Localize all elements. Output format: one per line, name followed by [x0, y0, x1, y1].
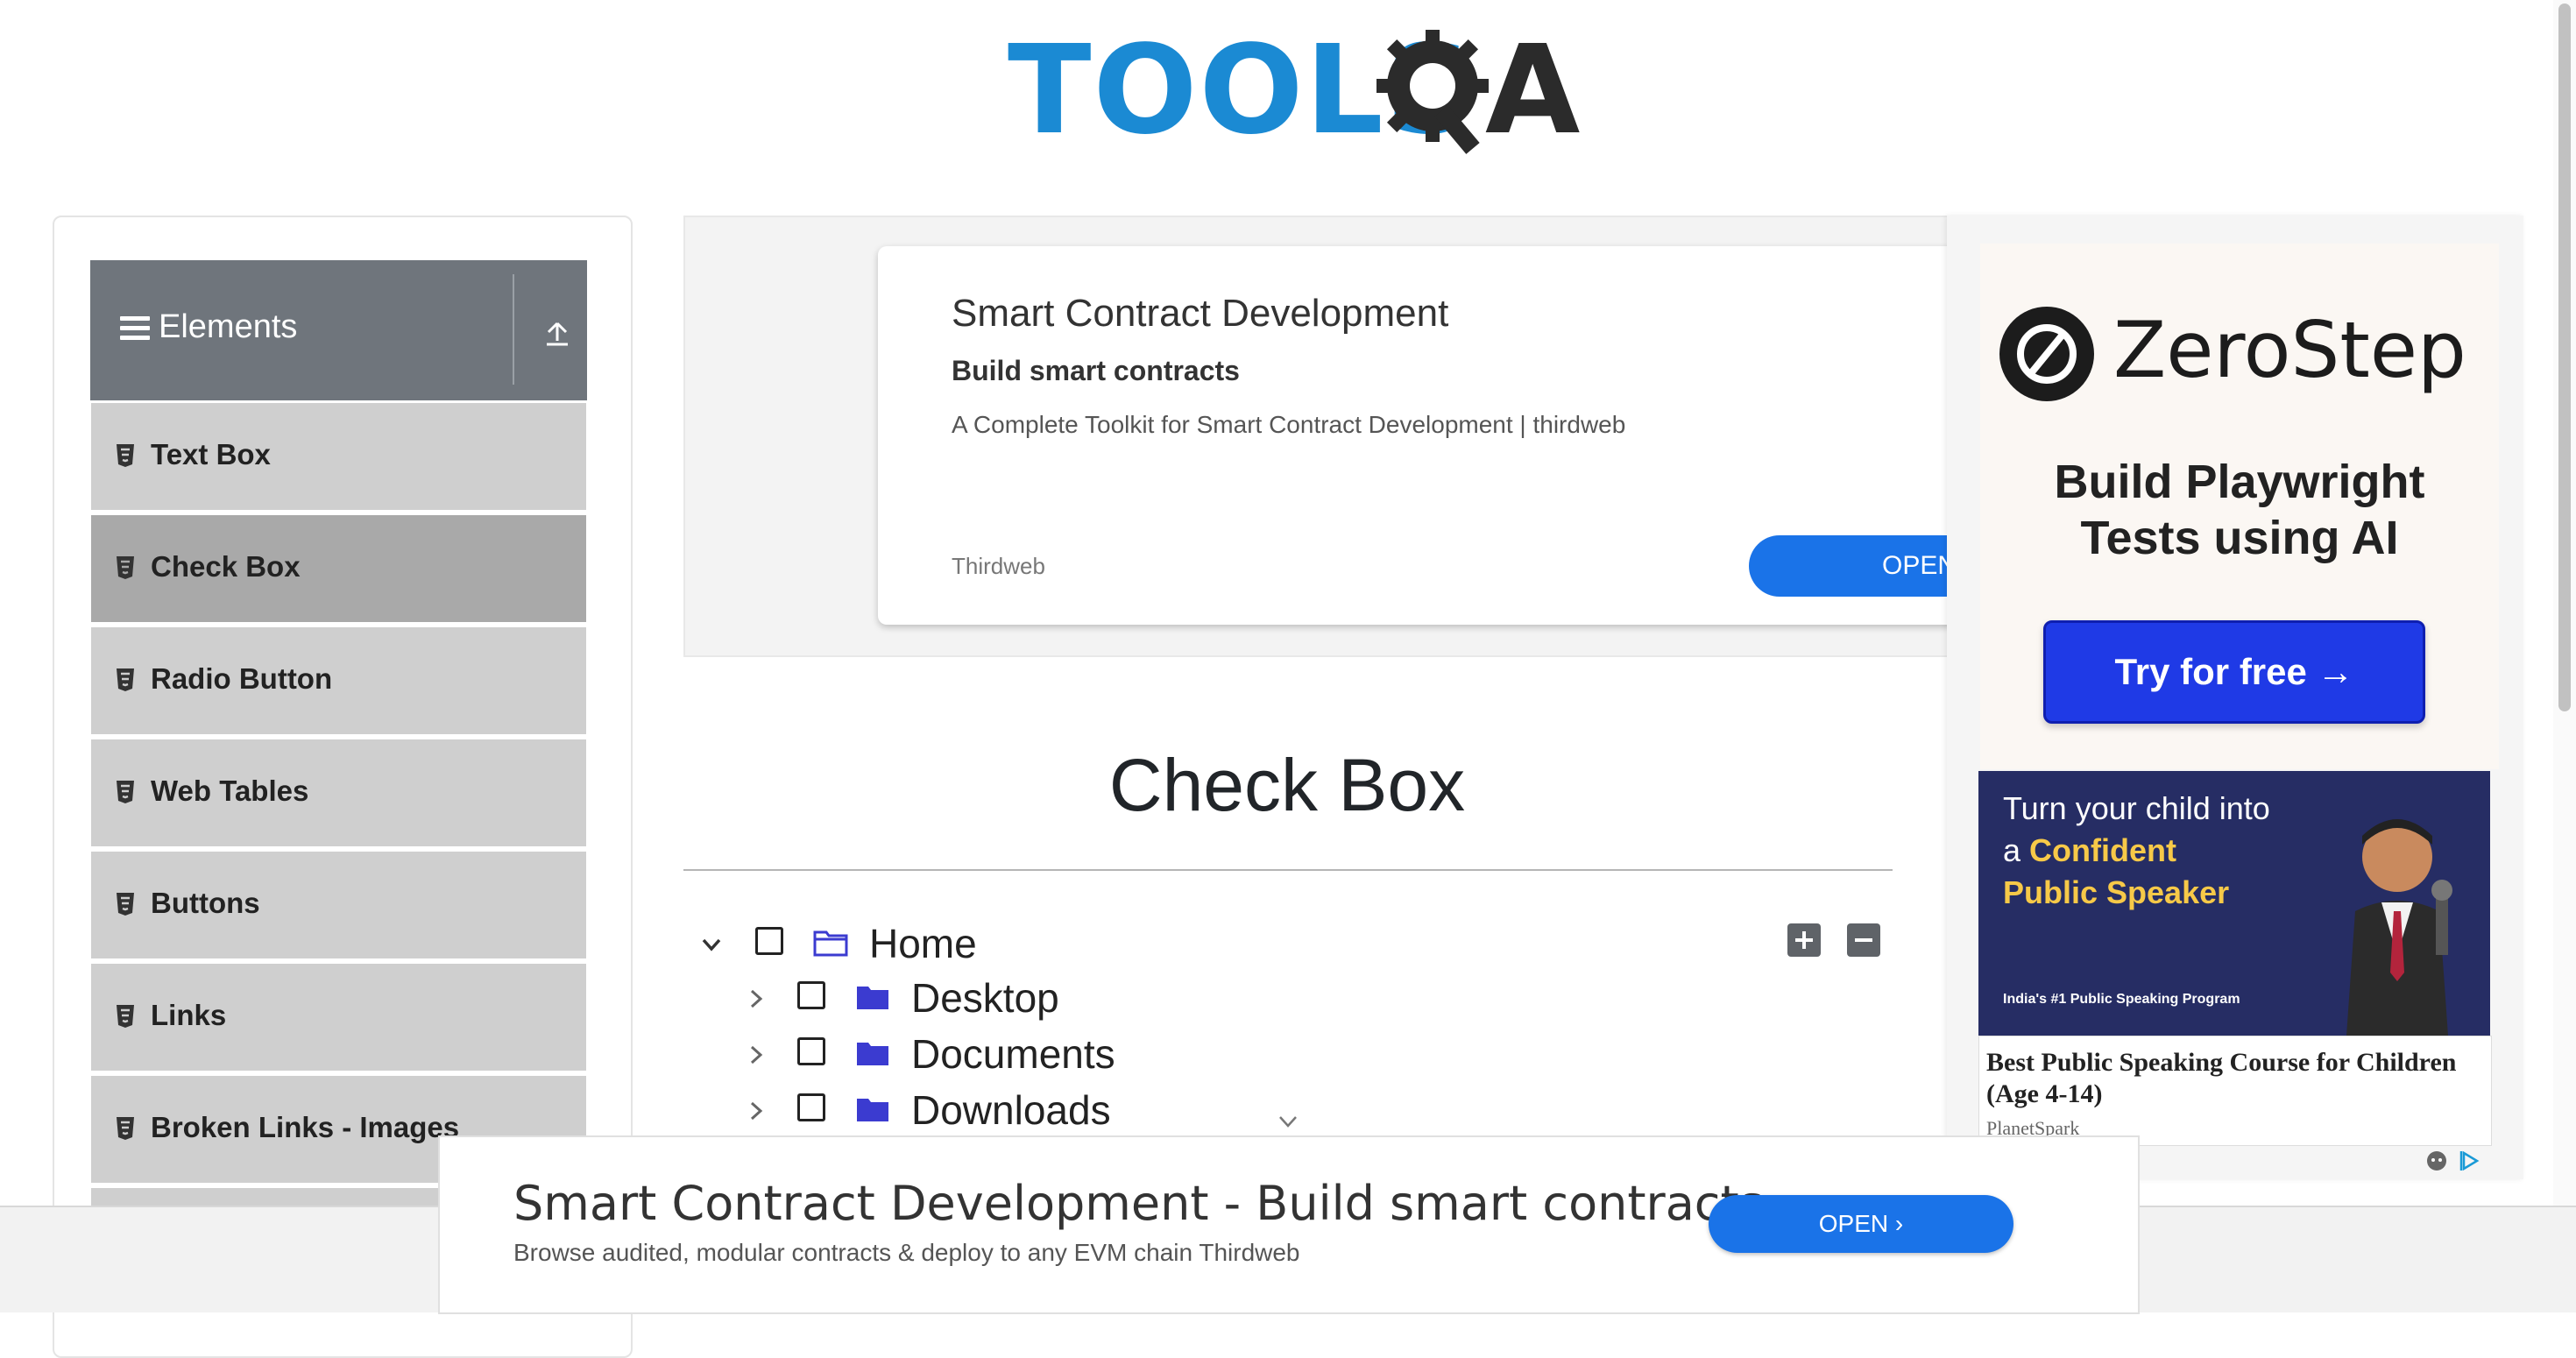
ad-card[interactable]: Smart Contract Development Build smart c…	[878, 246, 2012, 625]
gear-magnifier-icon	[1376, 30, 1489, 154]
ad-open-button[interactable]: OPEN ›	[1709, 1195, 2013, 1253]
sidebar-item-label: Broken Links - Images	[151, 1111, 460, 1143]
html5-icon	[117, 444, 134, 467]
chevron-right-icon[interactable]	[743, 1043, 768, 1067]
sidebar-item-label: Check Box	[151, 550, 301, 583]
divider	[513, 274, 514, 385]
toolsqa-logo[interactable]: TOOLS A	[1008, 19, 1581, 165]
html5-icon	[117, 781, 134, 803]
tree-node-label[interactable]: Downloads	[911, 1086, 1111, 1134]
html5-icon	[117, 668, 134, 691]
html5-icon	[117, 893, 134, 916]
tree-node-label[interactable]: Documents	[911, 1030, 1115, 1078]
collapse-up-icon[interactable]	[542, 318, 572, 348]
chevron-down-icon[interactable]	[699, 932, 724, 957]
sidebar-item-text-box[interactable]: Text Box	[91, 403, 586, 513]
sidebar-item-label: Web Tables	[151, 774, 309, 807]
scrollbar-thumb[interactable]	[2558, 4, 2571, 711]
logo-text-a: A	[1485, 19, 1581, 162]
ad-description: A Complete Toolkit for Smart Contract De…	[952, 411, 1626, 438]
sidebar-item-links[interactable]: Links	[91, 964, 586, 1073]
tree-node-home[interactable]: Home	[699, 920, 1225, 973]
chevron-right-icon[interactable]	[743, 987, 768, 1011]
sidebar-group-title: Elements	[159, 308, 298, 345]
ad-subtitle: Build smart contracts	[952, 355, 1240, 386]
chevron-down-icon[interactable]	[1276, 1109, 1300, 1134]
sidebar-item-buttons[interactable]: Buttons	[91, 852, 586, 961]
tree-node-label[interactable]: Home	[869, 920, 977, 967]
chevron-right-icon[interactable]	[743, 1099, 768, 1123]
sidebar-item-label: Radio Button	[151, 662, 333, 695]
expand-all-button[interactable]	[1787, 923, 1821, 957]
sidebar-item-label: Links	[151, 999, 227, 1031]
checkbox[interactable]	[797, 1037, 825, 1065]
page-title: Check Box	[1108, 744, 1466, 826]
folder-icon	[857, 1043, 888, 1065]
zerostep-logo-icon	[1999, 307, 2094, 401]
adchoices-icon[interactable]	[2459, 1149, 2481, 1172]
folder-icon	[857, 1099, 888, 1121]
zerostep-headline: Build Playwright Tests using AI	[2054, 456, 2425, 564]
zerostep-ad[interactable]: ZeroStep Build Playwright Tests using AI…	[1980, 244, 2499, 769]
tree-node-label[interactable]: Desktop	[911, 974, 1059, 1022]
sidebar-item-label: Buttons	[151, 887, 260, 919]
ad-title: Best Public Speaking Course for Children…	[1986, 1048, 2457, 1108]
ad-title: Smart Contract Development	[952, 292, 1449, 335]
try-for-free-button[interactable]: Try for free →	[2043, 620, 2425, 724]
tree-node-desktop[interactable]: Desktop	[743, 974, 1269, 1027]
planetspark-banner[interactable]: Turn your child into a Confident Public …	[1978, 771, 2490, 1036]
sidebar-item-web-tables[interactable]: Web Tables	[91, 739, 586, 849]
sidebar-item-radio-button[interactable]: Radio Button	[91, 627, 586, 737]
html5-icon	[117, 556, 134, 579]
checkbox[interactable]	[755, 927, 783, 955]
divider	[683, 869, 1893, 871]
ad-brand: Thirdweb	[952, 553, 1045, 579]
html5-icon	[117, 1117, 134, 1140]
sidebar-item-check-box[interactable]: Check Box	[91, 515, 586, 625]
planetspark-card[interactable]: Best Public Speaking Course for Children…	[1978, 1036, 2492, 1146]
tree-node-documents[interactable]: Documents	[743, 1030, 1269, 1083]
checkbox[interactable]	[797, 981, 825, 1009]
sidebar-item-label: Text Box	[151, 438, 271, 470]
html5-icon	[117, 1005, 134, 1028]
sidebar-group-elements[interactable]: Elements	[90, 260, 587, 400]
ad-title: Smart Contract Development - Build smart…	[513, 1176, 1764, 1231]
checkbox[interactable]	[797, 1093, 825, 1121]
bottom-ad[interactable]: Smart Contract Development - Build smart…	[438, 1135, 2140, 1314]
menu-icon	[120, 316, 150, 341]
child-speaker-image	[2346, 819, 2452, 1036]
folder-open-icon	[813, 930, 848, 957]
collapse-all-button[interactable]	[1847, 923, 1880, 957]
ad-description: Browse audited, modular contracts & depl…	[513, 1239, 1300, 1266]
folder-icon	[857, 987, 888, 1009]
zerostep-brand: ZeroStep	[2113, 305, 2466, 395]
tree-node-downloads[interactable]: Downloads	[743, 1086, 1269, 1139]
face-icon[interactable]	[2425, 1149, 2448, 1172]
